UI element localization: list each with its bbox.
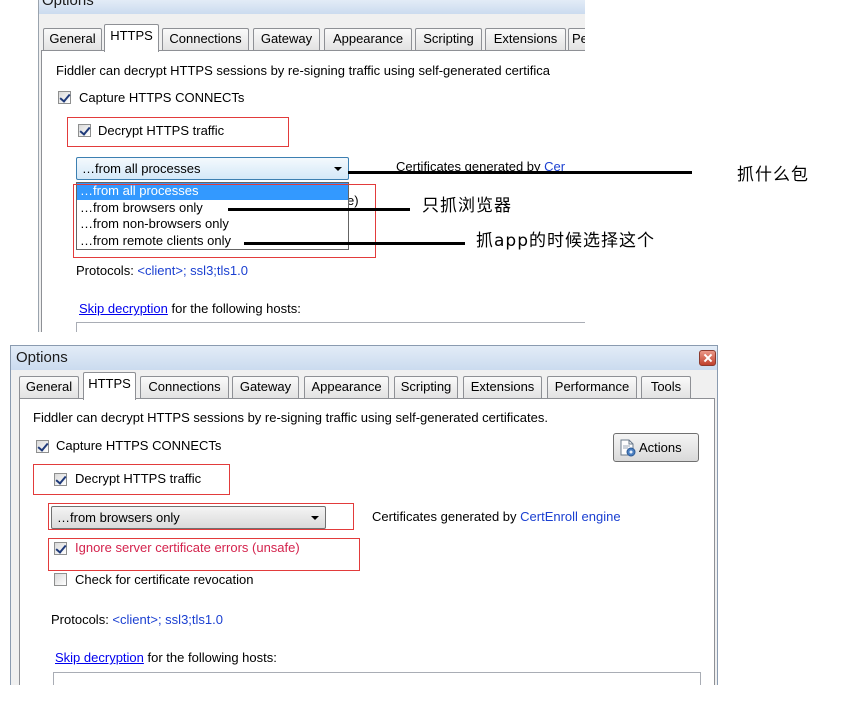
skip-hosts-textarea[interactable] xyxy=(76,322,585,332)
actions-label: Actions xyxy=(639,440,682,455)
tab-general[interactable]: General xyxy=(43,28,102,50)
annotation-arrow-line xyxy=(348,171,692,174)
protocols-line: Protocols: <client>; ssl3;tls1.0 xyxy=(51,612,223,628)
protocols-line: Protocols: <client>; ssl3;tls1.0 xyxy=(76,263,248,279)
intro-text: Fiddler can decrypt HTTPS sessions by re… xyxy=(56,63,550,78)
tab-extensions[interactable]: Extensions xyxy=(485,28,566,50)
cert-engine-link[interactable]: CertEnroll engine xyxy=(520,509,620,524)
tab-performance[interactable]: Performance xyxy=(547,376,637,398)
annotation-highlight-box xyxy=(67,117,289,147)
intro-text: Fiddler can decrypt HTTPS sessions by re… xyxy=(33,410,548,425)
tab-connections[interactable]: Connections xyxy=(140,376,229,398)
skip-decryption-line: Skip decryption for the following hosts: xyxy=(55,650,277,666)
tab-https[interactable]: HTTPS xyxy=(104,24,159,52)
annotation-highlight-box xyxy=(33,464,230,495)
chevron-down-icon[interactable] xyxy=(334,167,342,171)
annotation-highlight-box xyxy=(48,503,354,530)
tab-scripting[interactable]: Scripting xyxy=(415,28,482,50)
annotation-arrow-line xyxy=(244,242,465,245)
process-filter-select[interactable]: …from all processes xyxy=(76,157,349,180)
dialog-title: Options xyxy=(42,0,94,9)
tab-https[interactable]: HTTPS xyxy=(83,372,136,400)
tab-appearance[interactable]: Appearance xyxy=(304,376,389,398)
tab-gateway[interactable]: Gateway xyxy=(253,28,320,50)
tab-tools[interactable]: Tools xyxy=(641,376,691,398)
certificates-info: Certificates generated by CertEnroll eng… xyxy=(372,509,621,525)
skip-decryption-text: for the following hosts: xyxy=(147,650,277,665)
annotation-arrow-line xyxy=(228,208,410,211)
skip-decryption-link[interactable]: Skip decryption xyxy=(79,301,168,316)
tab-appearance[interactable]: Appearance xyxy=(324,28,412,50)
skip-decryption-line: Skip decryption for the following hosts: xyxy=(79,301,301,317)
protocols-label: Protocols: xyxy=(76,263,138,278)
title-bar xyxy=(11,346,717,370)
certificates-prefix: Certificates generated by xyxy=(372,509,521,524)
certificate-icon xyxy=(619,439,637,457)
capture-https-checkbox[interactable] xyxy=(58,91,71,104)
protocols-label: Protocols: xyxy=(51,612,113,627)
dialog-title: Options xyxy=(16,349,68,366)
capture-https-label[interactable]: Capture HTTPS CONNECTs xyxy=(79,90,244,106)
actions-button[interactable]: Actions xyxy=(613,433,699,462)
skip-decryption-text: for the following hosts: xyxy=(171,301,301,316)
tab-extensions[interactable]: Extensions xyxy=(463,376,542,398)
annotation-highlight-box xyxy=(48,538,360,571)
annotation-app-capture: 抓app的时候选择这个 xyxy=(476,231,655,251)
capture-https-checkbox[interactable] xyxy=(36,440,49,453)
capture-https-label[interactable]: Capture HTTPS CONNECTs xyxy=(56,438,221,454)
tab-performance-partial[interactable]: Pe xyxy=(568,28,585,50)
annotation-browsers-only: 只抓浏览器 xyxy=(422,196,512,216)
top-options-dialog: Options General HTTPS Connections Gatewa… xyxy=(38,0,585,332)
protocols-value-link[interactable]: <client>; ssl3;tls1.0 xyxy=(137,263,248,278)
annotation-what-to-capture: 抓什么包 xyxy=(737,165,809,185)
close-icon[interactable] xyxy=(699,350,716,366)
title-bar xyxy=(39,0,585,14)
check-revocation-label[interactable]: Check for certificate revocation xyxy=(75,572,253,588)
tab-scripting[interactable]: Scripting xyxy=(394,376,458,398)
skip-hosts-textarea[interactable] xyxy=(53,672,701,685)
bottom-options-dialog: Options General HTTPS Connections Gatewa… xyxy=(10,345,718,685)
annotation-highlight-box xyxy=(73,184,376,258)
skip-decryption-link[interactable]: Skip decryption xyxy=(55,650,144,665)
tab-general[interactable]: General xyxy=(19,376,79,398)
tab-gateway[interactable]: Gateway xyxy=(232,376,299,398)
check-revocation-checkbox[interactable] xyxy=(54,573,67,586)
protocols-value-link[interactable]: <client>; ssl3;tls1.0 xyxy=(112,612,223,627)
process-filter-value: …from all processes xyxy=(82,161,201,176)
tab-connections[interactable]: Connections xyxy=(162,28,249,50)
